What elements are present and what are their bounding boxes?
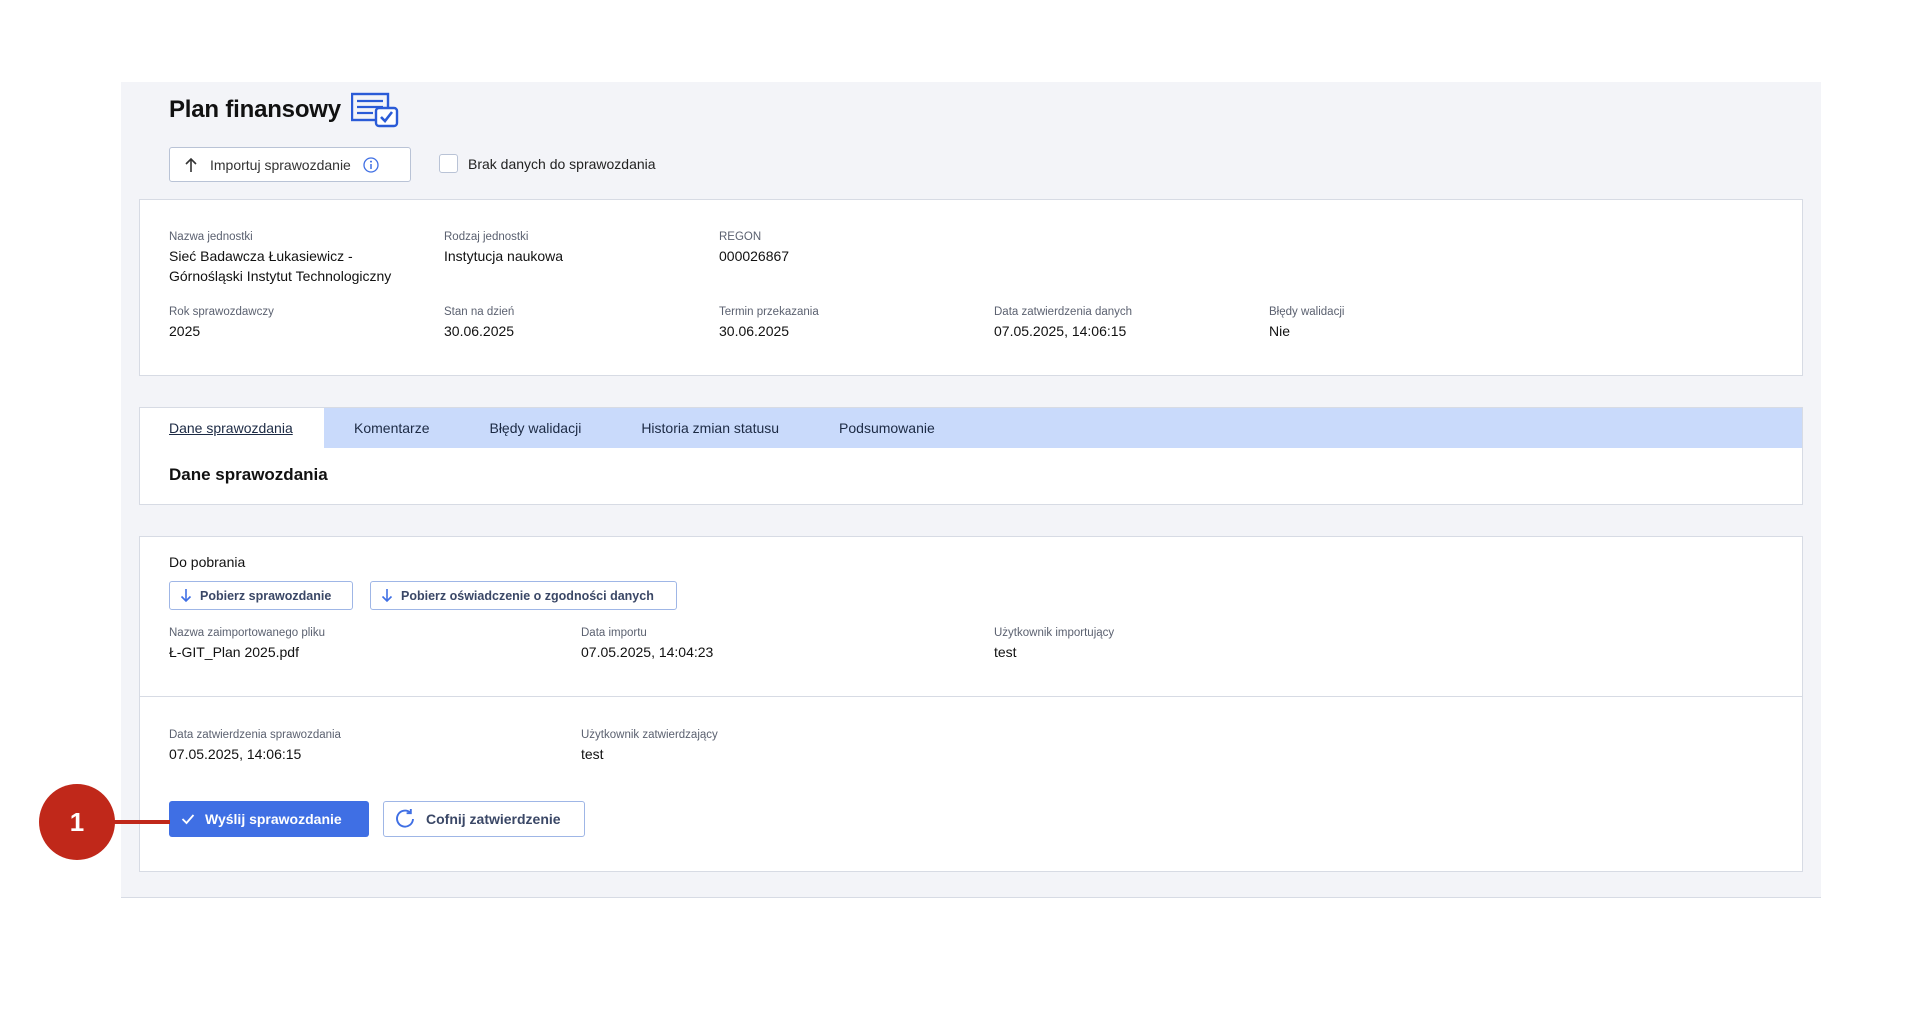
field-label: Data zatwierdzenia sprawozdania xyxy=(169,729,341,741)
field-termin-przekazania: Termin przekazania 30.06.2025 xyxy=(719,306,819,341)
send-report-label: Wyślij sprawozdanie xyxy=(205,811,342,827)
undo-approval-label: Cofnij zatwierdzenie xyxy=(426,811,561,827)
field-value: 07.05.2025, 14:06:15 xyxy=(169,746,302,762)
report-check-icon xyxy=(350,92,399,128)
field-value: test xyxy=(994,644,1017,660)
field-stan-na-dzien: Stan na dzień 30.06.2025 xyxy=(444,306,514,341)
download-report-button[interactable]: Pobierz sprawozdanie xyxy=(169,581,353,610)
field-label: Data importu xyxy=(581,627,647,639)
field-label: Termin przekazania xyxy=(719,306,819,318)
download-statement-button[interactable]: Pobierz oświadczenie o zgodności danych xyxy=(370,581,677,610)
field-approval-user: Użytkownik zatwierdzający test xyxy=(581,729,718,764)
field-label: Rok sprawozdawczy xyxy=(169,306,274,318)
tab-komentarze[interactable]: Komentarze xyxy=(324,408,459,448)
field-import-date: Data importu 07.05.2025, 14:04:23 xyxy=(581,627,713,662)
section-title: Dane sprawozdania xyxy=(169,465,328,484)
field-value: Nie xyxy=(1269,323,1291,339)
title-row: Plan finansowy xyxy=(169,92,399,128)
field-data-zatwierdzenia-danych: Data zatwierdzenia danych 07.05.2025, 14… xyxy=(994,306,1132,341)
field-label: REGON xyxy=(719,231,762,243)
field-value: 30.06.2025 xyxy=(719,323,790,339)
refresh-icon xyxy=(396,809,414,828)
field-approval-date: Data zatwierdzenia sprawozdania 07.05.20… xyxy=(169,729,341,764)
field-value: 07.05.2025, 14:04:23 xyxy=(581,644,714,660)
field-nazwa-jednostki: Nazwa jednostki Sieć Badawcza Łukasiewic… xyxy=(169,231,391,286)
main-panel: Plan finansowy Importuj sprawozdanie Bra… xyxy=(121,82,1821,898)
field-bledy-walidacji: Błędy walidacji Nie xyxy=(1269,306,1344,341)
field-value: Sieć Badawcza Łukasiewicz - xyxy=(169,248,353,264)
field-imported-file: Nazwa zaimportowanego pliku Ł-GIT_Plan 2… xyxy=(169,627,325,662)
check-icon xyxy=(181,814,195,825)
field-value: 000026867 xyxy=(719,248,790,264)
field-value: Ł-GIT_Plan 2025.pdf xyxy=(169,644,299,660)
tabs-card: Dane sprawozdania Komentarze Błędy walid… xyxy=(139,407,1803,505)
page-title: Plan finansowy xyxy=(169,96,341,123)
tab-bledy-walidacji[interactable]: Błędy walidacji xyxy=(459,408,611,448)
field-label: Data zatwierdzenia danych xyxy=(994,306,1133,318)
download-statement-label: Pobierz oświadczenie o zgodności danych xyxy=(401,588,654,603)
no-data-checkbox[interactable] xyxy=(439,154,458,173)
divider xyxy=(140,696,1802,697)
unit-info-card: Nazwa jednostki Sieć Badawcza Łukasiewic… xyxy=(139,199,1803,376)
no-data-option[interactable]: Brak danych do sprawozdania xyxy=(439,154,656,173)
report-data-card: Do pobrania Pobierz sprawozdanie Pobierz… xyxy=(139,536,1803,872)
field-value: 30.06.2025 xyxy=(444,323,515,339)
tab-podsumowanie[interactable]: Podsumowanie xyxy=(809,408,965,448)
field-label: Rodzaj jednostki xyxy=(444,231,529,243)
field-label: Użytkownik importujący xyxy=(994,627,1115,639)
field-label: Nazwa jednostki xyxy=(169,231,253,243)
field-import-user: Użytkownik importujący test xyxy=(994,627,1114,662)
field-value: Instytucja naukowa xyxy=(444,248,564,264)
field-rodzaj-jednostki: Rodzaj jednostki Instytucja naukowa xyxy=(444,231,563,266)
field-value: test xyxy=(581,746,604,762)
no-data-label: Brak danych do sprawozdania xyxy=(468,155,656,172)
field-label: Nazwa zaimportowanego pliku xyxy=(169,627,325,639)
field-label: Użytkownik zatwierdzający xyxy=(581,729,718,741)
info-icon[interactable] xyxy=(363,156,379,173)
downloads-label: Do pobrania xyxy=(169,554,246,570)
page: Plan finansowy Importuj sprawozdanie Bra… xyxy=(0,0,1918,1036)
field-regon: REGON 000026867 xyxy=(719,231,789,266)
field-value: 07.05.2025, 14:06:15 xyxy=(994,323,1127,339)
field-rok-sprawozdawczy: Rok sprawozdawczy 2025 xyxy=(169,306,274,341)
annotation-marker: 1 xyxy=(39,784,115,860)
import-report-label: Importuj sprawozdanie xyxy=(210,156,351,173)
field-value: 2025 xyxy=(169,323,201,339)
arrow-down-icon xyxy=(180,589,192,603)
tab-bar: Dane sprawozdania Komentarze Błędy walid… xyxy=(140,408,1802,448)
field-label: Stan na dzień xyxy=(444,306,515,318)
field-value: Górnośląski Instytut Technologiczny xyxy=(169,268,392,284)
undo-approval-button[interactable]: Cofnij zatwierdzenie xyxy=(383,801,585,837)
tab-dane-sprawozdania[interactable]: Dane sprawozdania xyxy=(140,408,324,448)
annotation-pointer xyxy=(113,820,170,824)
download-report-label: Pobierz sprawozdanie xyxy=(200,588,332,603)
tab-historia-zmian-statusu[interactable]: Historia zmian statusu xyxy=(611,408,809,448)
arrow-down-icon xyxy=(381,589,393,603)
arrow-up-icon xyxy=(185,157,197,172)
field-label: Błędy walidacji xyxy=(1269,306,1345,318)
send-report-button[interactable]: Wyślij sprawozdanie xyxy=(169,801,369,837)
import-report-button[interactable]: Importuj sprawozdanie xyxy=(169,147,411,182)
